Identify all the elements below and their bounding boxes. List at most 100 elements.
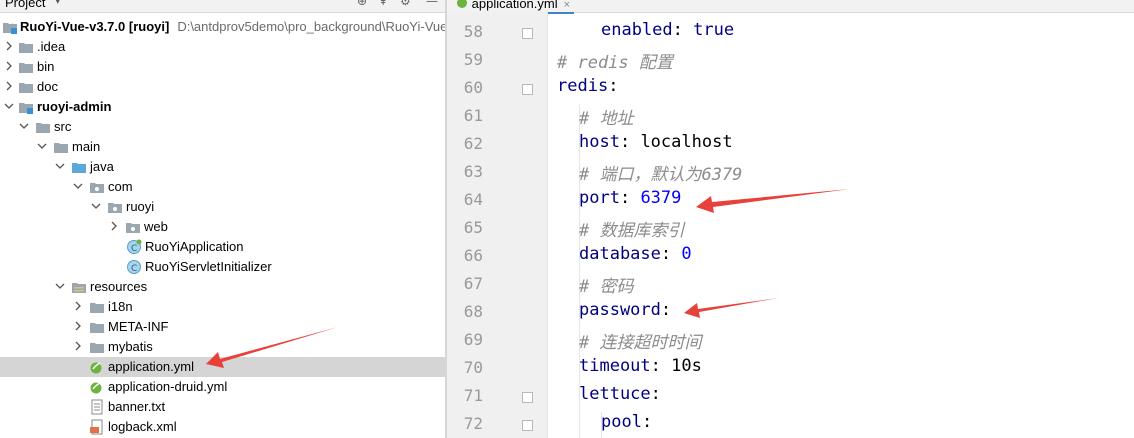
code-line: pool: <box>601 412 653 432</box>
tree-item-label: RuoYiApplication <box>145 239 244 254</box>
collapse-all-icon[interactable]: ⇞ <box>378 0 388 8</box>
tree-item-label: web <box>144 219 168 234</box>
locate-icon[interactable]: ⊕ <box>357 0 367 8</box>
tree-item-label: java <box>90 159 114 174</box>
line-number: 70 <box>463 358 483 377</box>
tree-item-bin[interactable]: bin <box>0 57 445 77</box>
chevron-right-icon[interactable] <box>73 320 83 332</box>
folder-icon <box>18 79 34 95</box>
chevron-right-icon[interactable] <box>4 40 14 52</box>
chevron-down-icon[interactable] <box>4 100 14 112</box>
chevron-right-icon[interactable] <box>109 220 119 232</box>
package-icon <box>107 199 123 215</box>
line-number: 67 <box>463 274 483 293</box>
module-folder-icon <box>18 99 34 115</box>
minimize-icon[interactable]: — <box>426 0 438 8</box>
code-line: database: 0 <box>579 244 692 264</box>
tree-item-label: main <box>72 139 101 154</box>
tree-item-label: application.yml <box>108 359 194 374</box>
folder-icon <box>53 139 69 155</box>
tree-item-project-root[interactable]: RuoYi-Vue-v3.7.0 [ruoyi] D:\antdprov5demo… <box>0 17 445 37</box>
tree-item-label: bin <box>37 59 55 74</box>
line-number: 66 <box>463 246 483 265</box>
tree-item-label: doc <box>37 79 58 94</box>
fold-marker-icon[interactable] <box>522 28 533 39</box>
tree-item-label: application-druid.yml <box>108 379 228 394</box>
package-icon <box>89 179 105 195</box>
project-pane: Project ▾ ⊕ ⇞ ⚙ — RuoYi-Vue-v3.7.0 [ruoy… <box>0 0 445 438</box>
tree-item-idea[interactable]: .idea <box>0 37 445 57</box>
tree-item-mybatis[interactable]: mybatis <box>0 337 445 357</box>
tree-item-label: src <box>54 119 72 134</box>
tree-item-resources[interactable]: resources <box>0 277 445 297</box>
code-line: lettuce: <box>579 384 661 404</box>
tree-item-com[interactable]: com <box>0 177 445 197</box>
tree-item-ruoyiapplication[interactable]: C RuoYiApplication <box>0 237 445 257</box>
line-number: 72 <box>463 414 483 433</box>
line-number: 69 <box>463 330 483 349</box>
tree-item-meta-inf[interactable]: META-INF <box>0 317 445 337</box>
chevron-right-icon[interactable] <box>4 60 14 72</box>
project-pane-header: Project ▾ ⊕ ⇞ ⚙ — <box>0 0 445 13</box>
chevron-right-icon[interactable] <box>73 340 83 352</box>
tree-item-src[interactable]: src <box>0 117 445 137</box>
code-line: # 端口，默认为6379 <box>579 165 743 185</box>
package-icon <box>125 219 141 235</box>
gear-icon[interactable]: ⚙ <box>400 0 411 8</box>
chevron-down-icon[interactable]: ▾ <box>55 0 61 7</box>
project-module: [ruoyi] <box>128 19 170 34</box>
tree-item-main[interactable]: main <box>0 137 445 157</box>
line-number: 58 <box>463 22 483 41</box>
chevron-down-icon[interactable] <box>73 180 83 192</box>
text-file-icon <box>89 399 105 415</box>
tree-item-doc[interactable]: doc <box>0 77 445 97</box>
line-number: 64 <box>463 190 483 209</box>
spring-class-icon: C <box>126 239 142 255</box>
folder-icon <box>18 59 34 75</box>
chevron-down-icon[interactable] <box>37 140 47 152</box>
code-line: # 密码 <box>579 277 634 297</box>
tree-item-application-druid-yml[interactable]: application-druid.yml <box>0 377 445 397</box>
tree-item-banner-txt[interactable]: banner.txt <box>0 397 445 417</box>
tree-item-label: META-INF <box>108 319 169 334</box>
tree-item-label: com <box>108 179 133 194</box>
editor-tab-bar: application.yml × <box>447 0 1134 14</box>
tree-item-ruoyiservletinitializer[interactable]: C RuoYiServletInitializer <box>0 257 445 277</box>
tree-item-logback-xml[interactable]: logback.xml <box>0 417 445 437</box>
chevron-down-icon[interactable] <box>91 200 101 212</box>
module-folder-icon <box>2 19 18 35</box>
tree-item-java[interactable]: java <box>0 157 445 177</box>
chevron-right-icon[interactable] <box>73 300 83 312</box>
chevron-down-icon[interactable] <box>55 160 65 172</box>
project-name: RuoYi-Vue-v3.7.0 <box>20 19 126 34</box>
chevron-down-icon[interactable] <box>19 120 29 132</box>
tree-item-ruoyi-admin[interactable]: ruoyi-admin <box>0 97 445 117</box>
code-line: password: <box>579 300 672 320</box>
chevron-down-icon[interactable] <box>55 280 65 292</box>
tree-item-web[interactable]: web <box>0 217 445 237</box>
resources-folder-icon <box>71 279 87 295</box>
chevron-right-icon[interactable] <box>4 80 14 92</box>
line-number: 60 <box>463 78 483 97</box>
code-line: enabled: true <box>601 20 735 40</box>
code-line: timeout: 10s <box>579 356 702 376</box>
yaml-value: 0 <box>671 244 692 264</box>
tree-item-ruoyi[interactable]: ruoyi <box>0 197 445 217</box>
project-pane-title[interactable]: Project <box>5 0 45 10</box>
code-line: # 地址 <box>579 109 634 129</box>
line-number: 68 <box>463 302 483 321</box>
class-icon: C <box>126 259 142 275</box>
folder-icon <box>89 339 105 355</box>
fold-marker-icon[interactable] <box>522 420 533 431</box>
code-line: # redis 配置 <box>557 53 673 73</box>
code-editor[interactable]: application.yml × 58 59 60 61 62 63 64 65… <box>447 0 1134 438</box>
close-icon[interactable]: × <box>564 0 570 11</box>
line-number: 63 <box>463 162 483 181</box>
tree-item-application-yml[interactable]: application.yml <box>0 357 445 377</box>
spring-yml-icon <box>89 379 105 395</box>
fold-marker-icon[interactable] <box>522 392 533 403</box>
tree-item-label: .idea <box>37 39 66 54</box>
yaml-value: localhost <box>630 132 733 152</box>
fold-marker-icon[interactable] <box>522 84 533 95</box>
tree-item-i18n[interactable]: i18n <box>0 297 445 317</box>
